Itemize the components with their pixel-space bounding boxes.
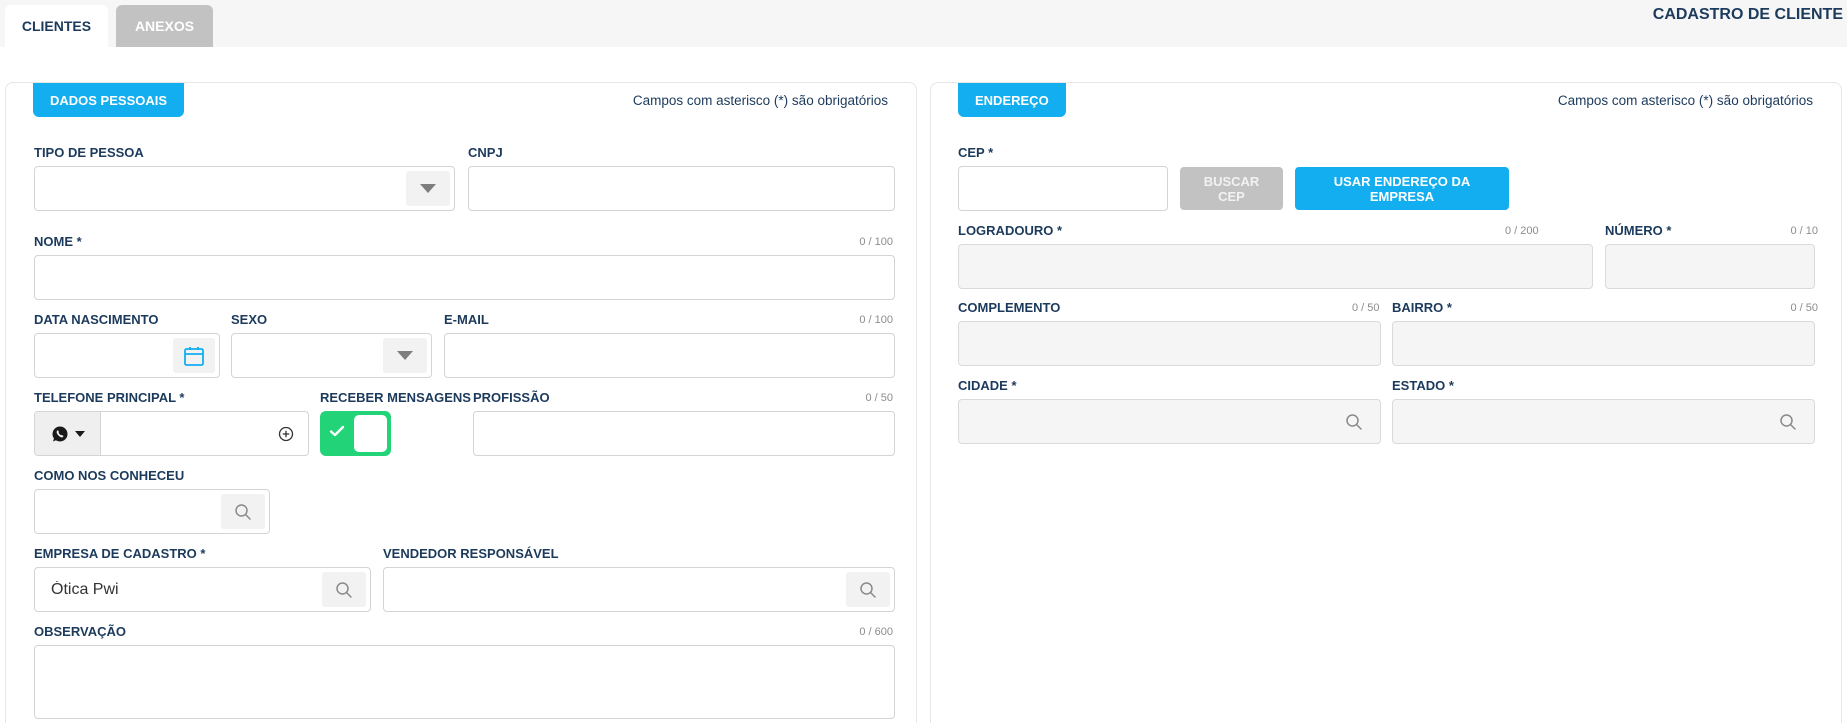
chevron-down-icon — [420, 184, 436, 193]
telefone-label: TELEFONE PRINCIPAL * — [34, 390, 185, 405]
cnpj-label: CNPJ — [468, 145, 503, 160]
bairro-input[interactable] — [1393, 322, 1814, 365]
calendar-icon — [184, 346, 204, 366]
sexo-label: SEXO — [231, 312, 268, 327]
vendedor-search-button[interactable] — [846, 572, 890, 607]
endereco-panel: ENDEREÇO Campos com asterisco (*) são ob… — [930, 82, 1842, 723]
nome-field[interactable] — [34, 255, 895, 300]
empresa-label: EMPRESA DE CADASTRO * — [34, 546, 206, 561]
phone-type-selector[interactable] — [35, 412, 101, 455]
tab-clientes[interactable]: CLIENTES — [5, 5, 108, 47]
observacao-counter: 0 / 600 — [859, 626, 893, 638]
empresa-search-button[interactable] — [322, 572, 366, 607]
numero-input[interactable] — [1606, 245, 1814, 288]
search-icon — [1780, 413, 1796, 430]
top-bar: CLIENTES ANEXOS CADASTRO DE CLIENTE — [0, 0, 1847, 47]
profissao-counter: 0 / 50 — [865, 392, 893, 404]
cnpj-input[interactable] — [469, 167, 894, 210]
nome-label: NOME * — [34, 234, 82, 249]
receber-mensagens-label: RECEBER MENSAGENS — [320, 390, 471, 405]
profissao-field[interactable] — [473, 411, 895, 456]
email-label: E-MAIL — [444, 312, 489, 327]
telefone-input[interactable] — [101, 412, 261, 455]
observacao-textarea[interactable] — [34, 645, 895, 719]
logradouro-label: LOGRADOURO * — [958, 223, 1062, 238]
endereco-section-button[interactable]: ENDEREÇO — [958, 83, 1066, 117]
data-nascimento-label: DATA NASCIMENTO — [34, 312, 159, 327]
chevron-down-icon — [74, 430, 85, 437]
cidade-field[interactable] — [958, 399, 1381, 444]
search-icon — [1346, 413, 1362, 430]
cep-label: CEP * — [958, 145, 994, 160]
sexo-select[interactable] — [231, 333, 432, 378]
bairro-field[interactable] — [1392, 321, 1815, 366]
toggle-knob — [354, 415, 387, 452]
como-conheceu-field[interactable] — [34, 489, 270, 534]
cep-input[interactable] — [959, 167, 1167, 210]
complemento-field[interactable] — [958, 321, 1381, 366]
calendar-button[interactable] — [173, 338, 215, 373]
required-fields-note: Campos com asterisco (*) são obrigatório… — [632, 93, 888, 108]
logradouro-field[interactable] — [958, 244, 1593, 289]
numero-label: NÚMERO * — [1605, 223, 1672, 238]
cidade-search-button[interactable] — [1332, 404, 1376, 439]
add-phone-button[interactable] — [268, 416, 304, 451]
como-conheceu-search-button[interactable] — [221, 494, 265, 529]
vendedor-label: VENDEDOR RESPONSÁVEL — [383, 546, 559, 561]
empresa-input[interactable] — [35, 568, 370, 611]
page-title: CADASTRO DE CLIENTE — [1652, 6, 1843, 23]
como-conheceu-label: COMO NOS CONHECEU — [34, 468, 185, 483]
logradouro-counter: 0 / 200 — [1505, 225, 1539, 237]
profissao-input[interactable] — [474, 412, 894, 455]
required-fields-note: Campos com asterisco (*) são obrigatório… — [1557, 93, 1813, 108]
email-input[interactable] — [445, 334, 894, 377]
nome-counter: 0 / 100 — [859, 236, 893, 248]
dados-pessoais-section-button[interactable]: DADOS PESSOAIS — [33, 83, 185, 117]
email-counter: 0 / 100 — [859, 314, 893, 326]
nome-input[interactable] — [35, 256, 894, 299]
dados-pessoais-panel: DADOS PESSOAIS Campos com asterisco (*) … — [5, 82, 917, 723]
email-field[interactable] — [444, 333, 895, 378]
whatsapp-icon — [52, 426, 67, 441]
tipo-pessoa-select[interactable] — [34, 166, 455, 211]
estado-label: ESTADO * — [1392, 378, 1454, 393]
tipo-pessoa-dropdown-toggle[interactable] — [406, 171, 450, 206]
complemento-input[interactable] — [959, 322, 1380, 365]
search-icon — [235, 503, 251, 520]
logradouro-input[interactable] — [959, 245, 1592, 288]
estado-search-button[interactable] — [1766, 404, 1810, 439]
profissao-label: PROFISSÃO — [473, 390, 550, 405]
vendedor-field[interactable] — [383, 567, 895, 612]
chevron-down-icon — [397, 351, 413, 360]
search-icon — [860, 581, 876, 598]
data-nascimento-field[interactable] — [34, 333, 220, 378]
search-icon — [336, 581, 352, 598]
complemento-label: COMPLEMENTO — [958, 300, 1061, 315]
numero-counter: 0 / 10 — [1790, 225, 1818, 237]
complemento-counter: 0 / 50 — [1352, 302, 1380, 314]
bairro-counter: 0 / 50 — [1790, 302, 1818, 314]
usar-endereco-empresa-button[interactable]: USAR ENDEREÇO DA EMPRESA — [1295, 167, 1509, 210]
observacao-label: OBSERVAÇÃO — [34, 624, 126, 639]
numero-field[interactable] — [1605, 244, 1815, 289]
buscar-cep-button[interactable]: BUSCAR CEP — [1180, 167, 1283, 210]
cidade-label: CIDADE * — [958, 378, 1017, 393]
estado-field[interactable] — [1392, 399, 1815, 444]
tipo-pessoa-label: TIPO DE PESSOA — [34, 145, 144, 160]
check-icon — [329, 425, 345, 437]
plus-circle-icon — [278, 426, 294, 441]
bairro-label: BAIRRO * — [1392, 300, 1452, 315]
cnpj-field[interactable] — [468, 166, 895, 211]
tab-anexos[interactable]: ANEXOS — [116, 5, 213, 47]
sexo-dropdown-toggle[interactable] — [383, 338, 427, 373]
empresa-field[interactable] — [34, 567, 371, 612]
cep-field[interactable] — [958, 166, 1168, 211]
receber-mensagens-toggle[interactable] — [320, 411, 391, 456]
telefone-field[interactable] — [34, 411, 309, 456]
